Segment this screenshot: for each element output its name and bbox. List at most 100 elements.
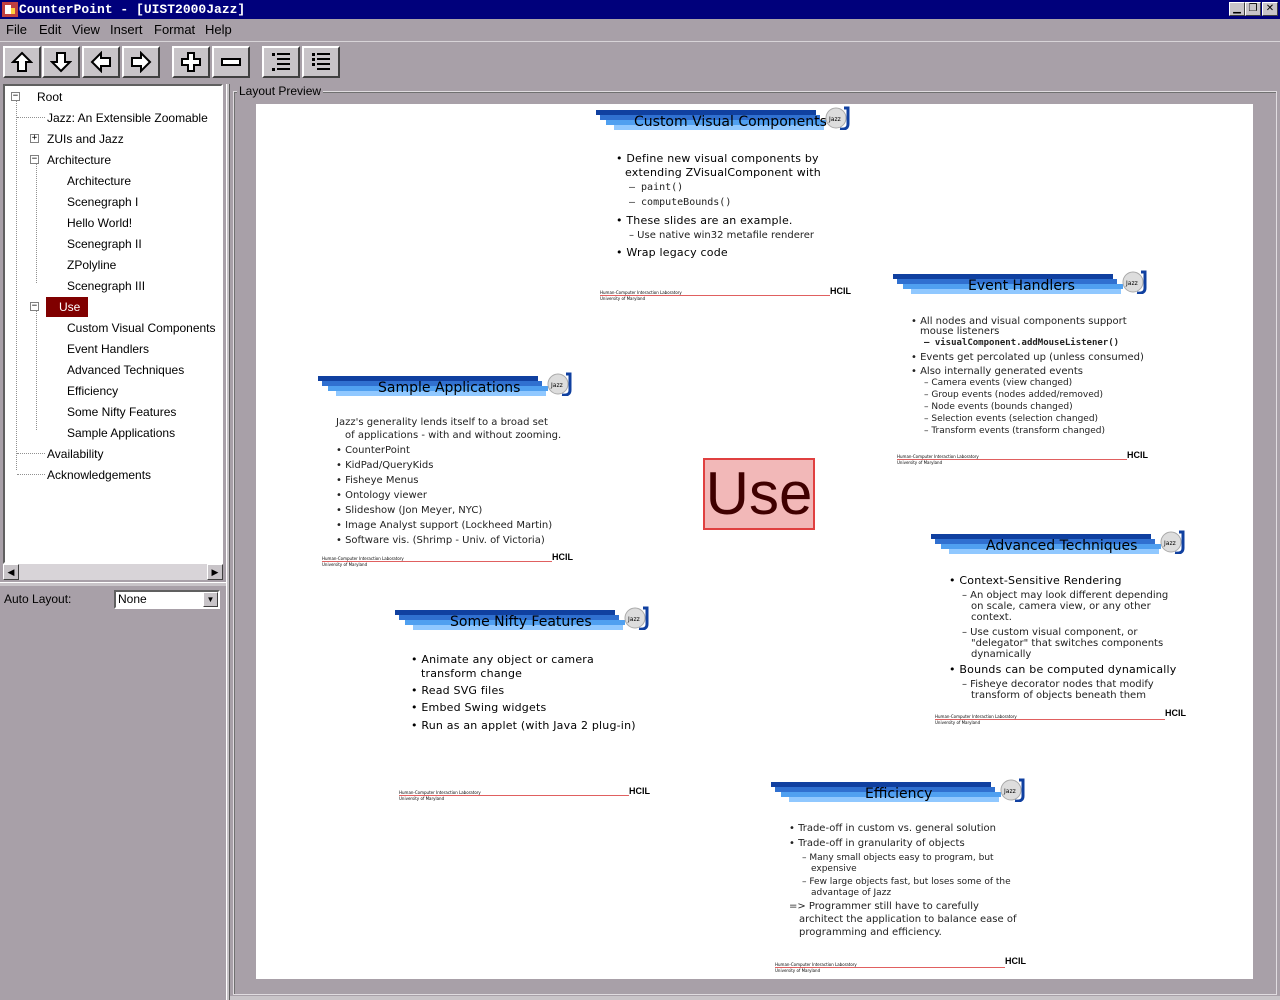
jazz-logo-icon: Jazz <box>624 606 649 630</box>
tree-item-hello-world[interactable]: Hello World! <box>67 215 132 231</box>
move-right-button[interactable] <box>122 46 160 78</box>
menu-insert[interactable]: Insert <box>110 22 143 37</box>
bullet-text: • Bounds can be computed dynamically <box>949 663 1177 676</box>
minimize-button[interactable]: ▁ <box>1229 2 1245 16</box>
collapse-icon[interactable]: − <box>11 92 20 101</box>
indent-button[interactable] <box>262 46 300 78</box>
slide-event-handlers[interactable]: Event Handlers Jazz • All nodes and visu… <box>893 270 1155 470</box>
sub-bullet: on scale, camera view, or any other <box>971 601 1151 612</box>
hcil-logo: HCIL <box>1165 708 1186 718</box>
window-title: CounterPoint - [UIST2000Jazz] <box>19 2 246 17</box>
outline-tree: − Root Jazz: An Extensible Zoomable + ZU… <box>3 84 223 564</box>
tree-item-availability[interactable]: Availability <box>47 446 103 462</box>
tree-item-architecture[interactable]: Architecture <box>67 173 131 189</box>
horizontal-scrollbar[interactable]: ◀ ▶ <box>3 564 223 580</box>
outdent-button[interactable] <box>302 46 340 78</box>
jazz-logo-icon: Jazz <box>547 372 572 396</box>
conclusion-text: architect the application to balance eas… <box>799 914 1017 925</box>
hcil-logo: HCIL <box>1127 450 1148 460</box>
tree-item-acknowledgements[interactable]: Acknowledgements <box>47 467 151 483</box>
hcil-logo: HCIL <box>830 286 851 296</box>
use-node[interactable]: Use <box>703 458 815 530</box>
scroll-left-icon[interactable]: ◀ <box>3 564 19 580</box>
tree-item-sample[interactable]: Sample Applications <box>67 425 175 441</box>
sub-bullet: – Camera events (view changed) <box>924 378 1073 388</box>
add-button[interactable] <box>172 46 210 78</box>
bullet-text: • Image Analyst support (Lockheed Martin… <box>336 520 553 531</box>
scroll-right-icon[interactable]: ▶ <box>207 564 223 580</box>
menu-format[interactable]: Format <box>154 22 195 37</box>
collapse-icon[interactable]: − <box>30 155 39 164</box>
tree-item-event-handlers[interactable]: Event Handlers <box>67 341 149 357</box>
bullet-text: • Animate any object or camera <box>411 653 594 666</box>
tree-connector <box>16 100 17 470</box>
arrow-right-icon <box>131 51 152 73</box>
slide-sample-applications[interactable]: Sample Applications Jazz Jazz's generali… <box>318 372 580 572</box>
expand-icon[interactable]: + <box>30 134 39 143</box>
tree-connector <box>17 474 45 475</box>
slide-advanced-techniques[interactable]: Advanced Techniques Jazz • Context-Sensi… <box>931 530 1193 730</box>
arrow-down-icon <box>50 52 72 73</box>
tree-connector <box>36 163 37 283</box>
pane-splitter[interactable] <box>0 582 226 586</box>
jazz-logo-text: Jazz <box>550 382 563 389</box>
move-left-button[interactable] <box>82 46 120 78</box>
menu-file[interactable]: File <box>6 22 27 37</box>
sub-bullet: – Fisheye decorator nodes that modify <box>962 679 1154 690</box>
jazz-logo-icon: Jazz <box>1000 778 1025 802</box>
bullet-text: • Events get percolated up (unless consu… <box>911 352 1144 363</box>
footer-university: University of Maryland <box>399 796 445 801</box>
remove-button[interactable] <box>212 46 250 78</box>
tree-item-use[interactable]: Use <box>46 297 89 317</box>
sub-bullet: – paint() <box>629 182 684 193</box>
footer-university: University of Maryland <box>775 968 821 973</box>
tree-connector <box>17 117 45 118</box>
footer-university: University of Maryland <box>322 562 368 567</box>
slide-title: Advanced Techniques <box>986 538 1138 554</box>
bullet-text: • Define new visual components by <box>616 152 819 165</box>
tree-connector <box>36 310 37 430</box>
collapse-icon[interactable]: − <box>30 302 39 311</box>
vertical-splitter[interactable] <box>226 84 230 1000</box>
menu-view[interactable]: View <box>72 22 100 37</box>
intro-text: Jazz's generality lends itself to a broa… <box>336 417 548 428</box>
tree-item-jazz[interactable]: Jazz: An Extensible Zoomable <box>47 110 208 126</box>
auto-layout-select[interactable]: None ▼ <box>114 590 220 609</box>
slide-custom-visual-components[interactable]: Custom Visual Components Jazz • Define n… <box>596 106 858 302</box>
jazz-logo-text: Jazz <box>828 116 841 123</box>
bullet-text: • Read SVG files <box>411 684 505 697</box>
chevron-down-icon[interactable]: ▼ <box>203 592 218 607</box>
slide-efficiency[interactable]: Efficiency Jazz • Trade-off in custom vs… <box>771 778 1033 976</box>
bullet-text: extending ZVisualComponent with <box>625 166 821 179</box>
tree-item-advanced[interactable]: Advanced Techniques <box>67 362 184 378</box>
jazz-logo-text: Jazz <box>1003 788 1016 795</box>
move-up-button[interactable] <box>3 46 41 78</box>
tree-item-efficiency[interactable]: Efficiency <box>67 383 118 399</box>
bullet-text: mouse listeners <box>920 326 1000 337</box>
tree-item-zuis[interactable]: ZUIs and Jazz <box>47 131 124 147</box>
slide-some-nifty-features[interactable]: Some Nifty Features Jazz • Animate any o… <box>395 606 657 806</box>
footer-university: University of Maryland <box>935 720 981 725</box>
tree-item-scenegraph-1[interactable]: Scenegraph I <box>67 194 138 210</box>
jazz-logo-icon: Jazz <box>1122 270 1147 294</box>
tree-item-scenegraph-2[interactable]: Scenegraph II <box>67 236 142 252</box>
jazz-logo-text: Jazz <box>1125 280 1138 287</box>
tree-item-architecture-group[interactable]: Architecture <box>47 152 111 168</box>
sub-bullet: advantage of Jazz <box>811 888 892 898</box>
tree-item-zpolyline[interactable]: ZPolyline <box>67 257 116 273</box>
move-down-button[interactable] <box>42 46 80 78</box>
jazz-logo-text: Jazz <box>627 616 640 623</box>
tree-item-custom-visual[interactable]: Custom Visual Components <box>67 320 216 336</box>
tree-item-scenegraph-3[interactable]: Scenegraph III <box>67 278 145 294</box>
close-button[interactable]: ✕ <box>1262 2 1278 16</box>
menu-help[interactable]: Help <box>205 22 232 37</box>
list-indent-icon <box>272 53 290 71</box>
sub-bullet: – Use native win32 metafile renderer <box>629 230 815 241</box>
bullet-text: • Embed Swing widgets <box>411 701 547 714</box>
tree-item-nifty[interactable]: Some Nifty Features <box>67 404 176 420</box>
intro-text: of applications - with and without zoomi… <box>345 430 562 441</box>
tree-item-root[interactable]: Root <box>37 89 62 105</box>
sub-bullet: – Selection events (selection changed) <box>924 414 1099 424</box>
restore-button[interactable]: ❐ <box>1245 2 1261 16</box>
menu-edit[interactable]: Edit <box>39 22 61 37</box>
